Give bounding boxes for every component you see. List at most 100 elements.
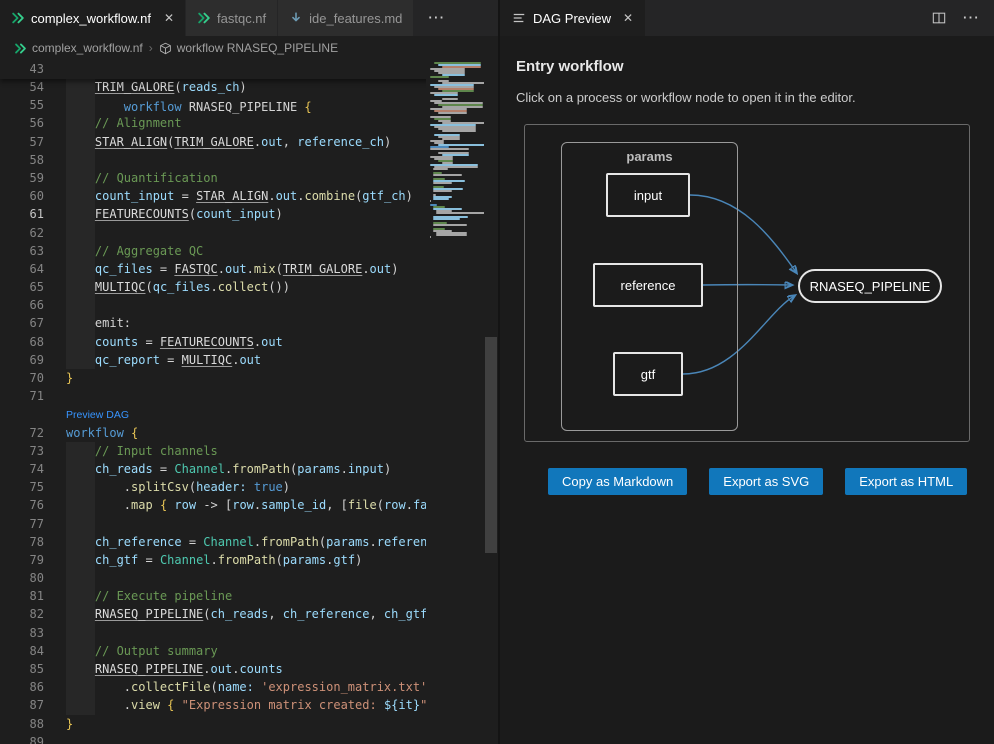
code-token: mix: [254, 262, 276, 276]
code-line[interactable]: 72workflow {: [0, 424, 498, 442]
code-line[interactable]: 64 qc_files = FASTQC.out.mix(TRIM_GALORE…: [0, 260, 498, 278]
code-token: [66, 189, 95, 203]
code-line[interactable]: 86 .collectFile(name: 'expression_matrix…: [0, 678, 498, 696]
code-token: ,: [369, 607, 383, 621]
codelens-row[interactable]: Preview DAG: [0, 405, 498, 423]
code-line[interactable]: 69 qc_report = MULTIQC.out: [0, 351, 498, 369]
export-as-html-button[interactable]: Export as HTML: [845, 468, 967, 495]
breadcrumb-symbol[interactable]: workflow RNASEQ_PIPELINE: [177, 41, 338, 55]
dag-node-gtf[interactable]: gtf: [613, 352, 683, 396]
code-line[interactable]: 71: [0, 387, 498, 405]
code-token: [66, 353, 95, 367]
code-line[interactable]: 59 // Quantification: [0, 169, 498, 187]
code-token: ,: [268, 607, 282, 621]
code-line[interactable]: 85 RNASEQ_PIPELINE.out.counts: [0, 660, 498, 678]
close-icon[interactable]: ✕: [164, 11, 174, 25]
code-token: [247, 480, 254, 494]
code-token: Channel: [160, 553, 211, 567]
split-editor-icon[interactable]: [932, 11, 946, 25]
code-line[interactable]: 63 // Aggregate QC: [0, 242, 498, 260]
minimap-line: [433, 182, 452, 184]
code-line[interactable]: 60 count_input = STAR_ALIGN.out.combine(…: [0, 187, 498, 205]
line-number: 71: [0, 387, 44, 405]
code-line[interactable]: 58: [0, 151, 498, 169]
minimap-line: [433, 168, 448, 170]
line-number: 88: [0, 715, 44, 733]
dag-node-input[interactable]: input: [606, 173, 690, 217]
code-token: out: [225, 262, 247, 276]
code-line[interactable]: 84 // Output summary: [0, 642, 498, 660]
code-editor[interactable]: 54 TRIM_GALORE(reads_ch)5556 // Alignmen…: [0, 60, 498, 744]
breadcrumb-file[interactable]: complex_workflow.nf: [32, 41, 143, 55]
editor-scrollbar[interactable]: [484, 60, 498, 744]
dag-node-reference[interactable]: reference: [593, 263, 703, 307]
code-token: ch_reads: [211, 607, 269, 621]
code-line[interactable]: 74 ch_reads = Channel.fromPath(params.in…: [0, 460, 498, 478]
code-token: 'expression_matrix.txt': [261, 680, 427, 694]
code-line[interactable]: 88}: [0, 715, 498, 733]
line-content: // Aggregate QC: [66, 244, 203, 258]
code-token: .: [66, 698, 131, 712]
code-line[interactable]: 78 ch_reference = Channel.fromPath(param…: [0, 533, 498, 551]
code-token: [66, 262, 95, 276]
more-actions-icon[interactable]: ⋯: [962, 8, 979, 28]
code-token: .: [218, 262, 225, 276]
minimap[interactable]: [426, 60, 484, 744]
line-number: 81: [0, 587, 44, 605]
minimap-line: [442, 98, 458, 100]
code-token: FASTQC: [174, 262, 217, 276]
code-line[interactable]: 89: [0, 733, 498, 744]
code-line[interactable]: 66: [0, 296, 498, 314]
code-token: ): [355, 553, 362, 567]
code-line[interactable]: 76 .map { row -> [row.sample_id, [file(r…: [0, 496, 498, 514]
editor-tab-complex-workflow-nf[interactable]: complex_workflow.nf✕: [0, 0, 186, 36]
code-token: reference_ch: [297, 135, 384, 149]
line-content: .splitCsv(header: true): [66, 480, 290, 494]
code-line[interactable]: 67 emit:: [0, 314, 498, 332]
code-line[interactable]: 70}: [0, 369, 498, 387]
editor-tab-fastqc-nf[interactable]: fastqc.nf: [186, 0, 278, 36]
code-token: [124, 426, 131, 440]
code-line[interactable]: 73 // Input channels: [0, 442, 498, 460]
export-as-svg-button[interactable]: Export as SVG: [709, 468, 823, 495]
code-line[interactable]: 77: [0, 515, 498, 533]
copy-as-markdown-button[interactable]: Copy as Markdown: [548, 468, 687, 495]
line-number: 68: [0, 333, 44, 351]
line-number: 57: [0, 133, 44, 151]
code-token: RNASEQ_PIPELINE: [182, 100, 305, 114]
code-token: [66, 444, 95, 458]
code-token: }: [66, 371, 73, 385]
code-token: MULTIQC: [95, 280, 146, 294]
editor-tab-ide-features-md[interactable]: ide_features.md: [278, 0, 414, 36]
code-line[interactable]: 65 MULTIQC(qc_files.collect()): [0, 278, 498, 296]
code-token: reads_ch: [182, 80, 240, 94]
code-token: STAR_ALIGN: [196, 189, 268, 203]
line-content: workflow {: [66, 426, 138, 440]
code-line[interactable]: 80: [0, 569, 498, 587]
preview-icon: [512, 11, 526, 25]
close-icon[interactable]: ✕: [623, 11, 633, 25]
code-line[interactable]: 82 RNASEQ_PIPELINE(ch_reads, ch_referenc…: [0, 605, 498, 623]
code-line[interactable]: 62: [0, 224, 498, 242]
code-token: // Aggregate QC: [95, 244, 203, 258]
code-line[interactable]: 75 .splitCsv(header: true): [0, 478, 498, 496]
code-line[interactable]: 61 FEATURECOUNTS(count_input): [0, 205, 498, 223]
code-line[interactable]: 81 // Execute pipeline: [0, 587, 498, 605]
codelens-link[interactable]: Preview DAG: [66, 409, 129, 421]
dag-node-rnaseq-pipeline[interactable]: RNASEQ_PIPELINE: [798, 269, 942, 303]
tab-dag-preview[interactable]: DAG Preview ✕: [500, 0, 646, 36]
minimap-line: [434, 94, 458, 96]
line-number: 69: [0, 351, 44, 369]
code-line[interactable]: 79 ch_gtf = Channel.fromPath(params.gtf): [0, 551, 498, 569]
minimap-line: [442, 138, 460, 140]
tab-overflow-button[interactable]: ⋯: [414, 0, 457, 36]
line-number: 89: [0, 733, 44, 744]
scrollbar-thumb[interactable]: [485, 337, 497, 553]
markdown-icon: [289, 11, 303, 25]
code-line[interactable]: 83: [0, 624, 498, 642]
breadcrumb[interactable]: complex_workflow.nf › workflow RNASEQ_PI…: [0, 36, 498, 60]
sticky-scroll-line[interactable]: 43 workflow RNASEQ_PIPELINE {: [0, 60, 484, 79]
code-line[interactable]: 68 counts = FEATURECOUNTS.out: [0, 333, 498, 351]
line-number: 60: [0, 187, 44, 205]
code-line[interactable]: 87 .view { "Expression matrix created: $…: [0, 696, 498, 714]
